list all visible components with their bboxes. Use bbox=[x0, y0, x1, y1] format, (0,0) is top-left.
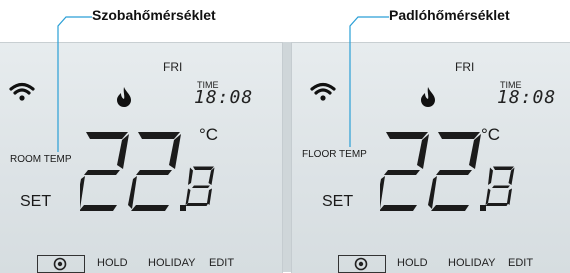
mode-dial-icon bbox=[53, 257, 67, 271]
flame-icon bbox=[421, 87, 435, 107]
digit-decimal bbox=[485, 166, 515, 206]
sensor-label: FLOOR TEMP bbox=[302, 149, 367, 160]
day-label: FRI bbox=[455, 60, 475, 74]
floor-temp-callout: Padlóhőmérséklet bbox=[389, 7, 510, 23]
holiday-button[interactable]: HOLIDAY bbox=[148, 257, 195, 269]
thermostat-display-room: FRI TIME 18:08 ROOM TEMP SET °C HOLD HOL… bbox=[0, 42, 283, 273]
wifi-icon bbox=[9, 82, 35, 101]
digit-units bbox=[428, 132, 481, 211]
clock-time: 18:08 bbox=[497, 87, 557, 108]
decimal-point bbox=[180, 205, 186, 211]
digit-decimal bbox=[185, 166, 215, 206]
digit-units bbox=[128, 132, 181, 211]
panel-divider bbox=[282, 42, 291, 272]
set-label: SET bbox=[20, 193, 52, 210]
temperature-display bbox=[380, 132, 515, 211]
sensor-label: ROOM TEMP bbox=[10, 154, 72, 165]
decimal-point bbox=[480, 205, 486, 211]
room-temp-callout: Szobahőmérséklet bbox=[92, 7, 216, 23]
day-label: FRI bbox=[163, 60, 183, 74]
hold-button[interactable]: HOLD bbox=[397, 257, 428, 269]
clock-time: 18:08 bbox=[194, 87, 254, 108]
digit-tens bbox=[80, 132, 129, 211]
set-label: SET bbox=[322, 193, 354, 210]
thermostat-display-floor: FRI TIME 18:08 FLOOR TEMP SET °C HOLD HO… bbox=[291, 42, 570, 273]
edit-button[interactable]: EDIT bbox=[209, 257, 234, 269]
hold-button[interactable]: HOLD bbox=[97, 257, 128, 269]
wifi-icon bbox=[310, 82, 336, 101]
mode-dial-icon bbox=[354, 257, 368, 271]
digit-tens bbox=[380, 132, 429, 211]
flame-icon bbox=[117, 87, 131, 107]
temperature-display bbox=[80, 132, 215, 211]
holiday-button[interactable]: HOLIDAY bbox=[448, 257, 495, 269]
edit-button[interactable]: EDIT bbox=[508, 257, 533, 269]
